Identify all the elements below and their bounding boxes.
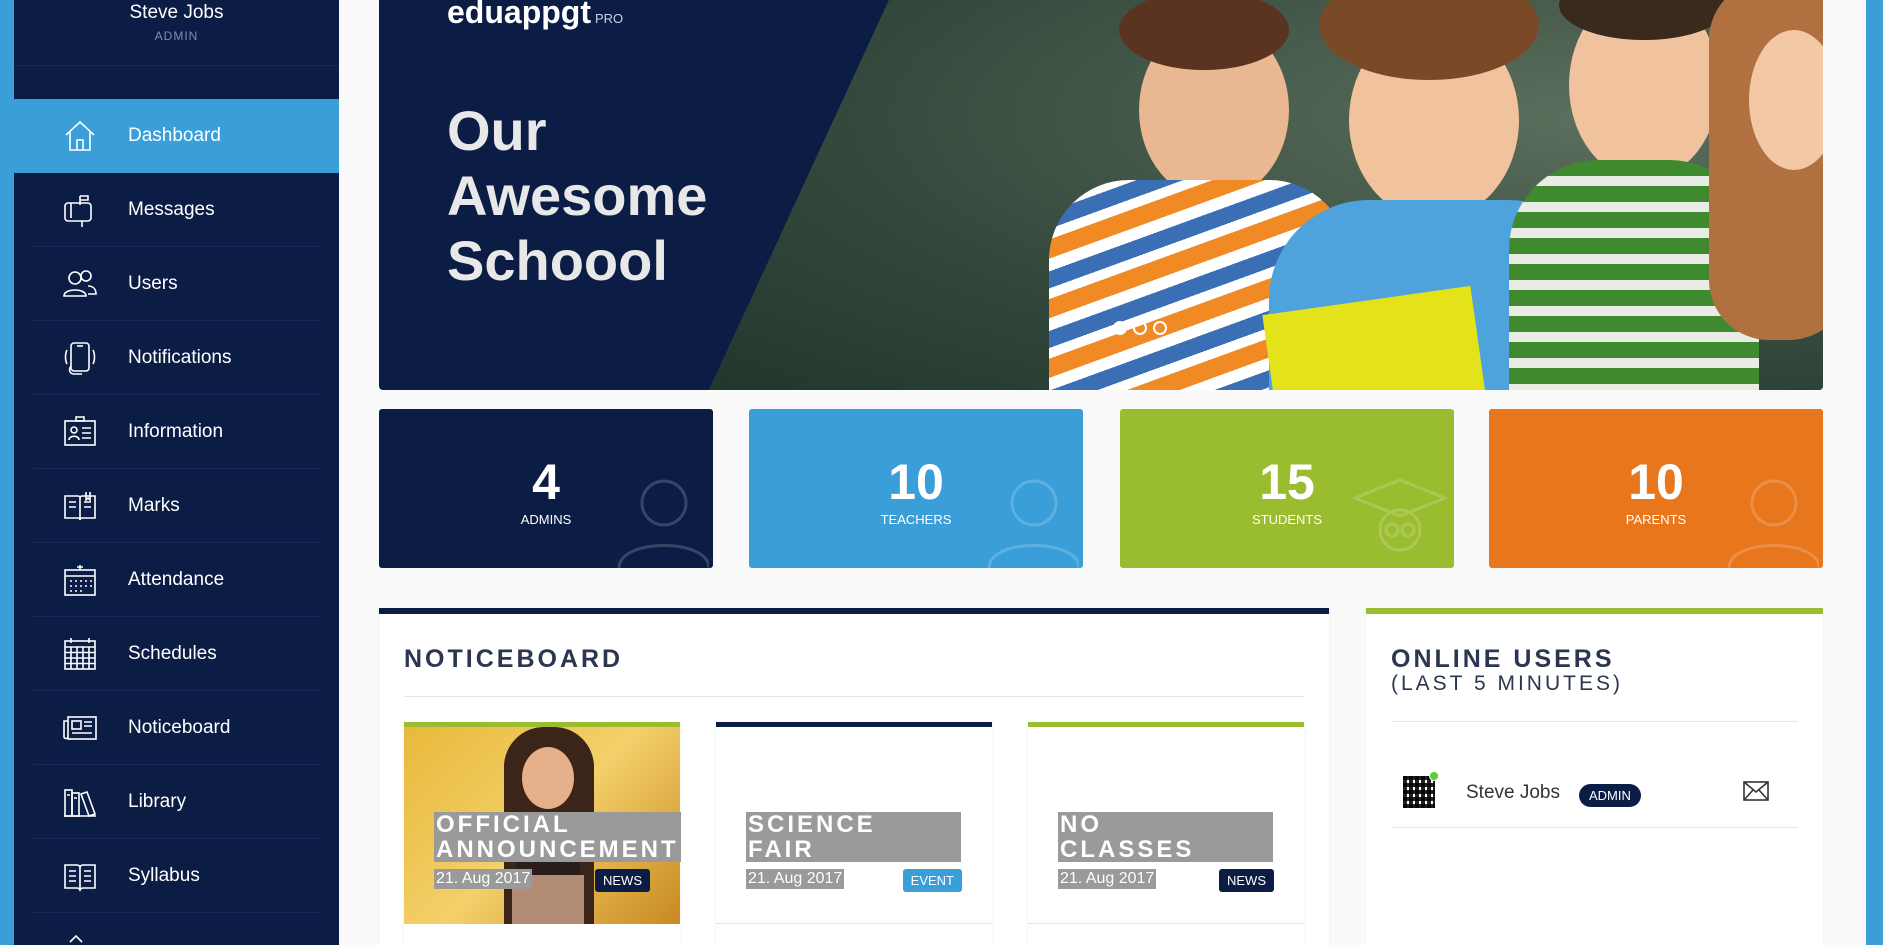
calendar-icon bbox=[62, 562, 98, 598]
notice-title: OFFICIAL ANNOUNCEMENT bbox=[434, 811, 681, 863]
hero-title: Our Awesome Schoool bbox=[447, 99, 708, 292]
grid-calendar-icon bbox=[62, 636, 98, 672]
notice-tag: NEWS bbox=[595, 869, 650, 892]
right-edge-strip bbox=[1866, 0, 1883, 945]
stat-card-teachers[interactable]: 10 TEACHERS bbox=[749, 409, 1083, 568]
carousel-dots bbox=[1113, 321, 1167, 335]
sidebar-item-label: Noticeboard bbox=[128, 717, 231, 738]
divider bbox=[404, 696, 1304, 697]
sidebar-item-noticeboard[interactable]: Noticeboard bbox=[14, 691, 339, 765]
sidebar-item-label: Information bbox=[128, 421, 224, 442]
sidebar-item-label: Schedules bbox=[128, 643, 217, 664]
noticeboard-title: NOTICEBOARD bbox=[404, 645, 624, 673]
open-book-icon bbox=[62, 858, 98, 894]
id-card-icon bbox=[62, 414, 98, 450]
sidebar-item-information[interactable]: Information bbox=[14, 395, 339, 469]
sidebar-item-users[interactable]: Users bbox=[14, 247, 339, 321]
notice-tag: NEWS bbox=[1219, 869, 1274, 892]
notice-card[interactable]: SCIENCE FAIR 21. Aug 2017 EVENT bbox=[716, 722, 992, 945]
stat-label: TEACHERS bbox=[880, 512, 952, 527]
books-icon bbox=[62, 784, 98, 820]
noticeboard-panel: NOTICEBOARD OFFICIAL ANNOUNCEMENT 21. Aug… bbox=[379, 608, 1329, 945]
online-users-subtitle: (LAST 5 MINUTES) bbox=[1391, 672, 1623, 695]
sidebar: Steve Jobs ADMIN Dashboard Messages User… bbox=[14, 0, 349, 945]
online-status-dot bbox=[1429, 771, 1439, 781]
carousel-dot[interactable] bbox=[1153, 321, 1167, 335]
stat-value: 10 bbox=[888, 454, 944, 510]
sidebar-item-label: Attendance bbox=[128, 569, 225, 590]
pencil-icon bbox=[62, 932, 98, 945]
home-icon bbox=[62, 118, 98, 154]
sidebar-item-attendance[interactable]: Attendance bbox=[14, 543, 339, 617]
book-open-icon bbox=[62, 488, 98, 524]
sidebar-item-schedules[interactable]: Schedules bbox=[14, 617, 339, 691]
notice-date: 21. Aug 2017 bbox=[1058, 869, 1157, 889]
qr-code-avatar bbox=[1403, 776, 1435, 808]
sidebar-item-marks[interactable]: Marks bbox=[14, 469, 339, 543]
sidebar-item-label: Dashboard bbox=[128, 125, 221, 146]
sidebar-item-library[interactable]: Library bbox=[14, 765, 339, 839]
carousel-dot[interactable] bbox=[1133, 321, 1147, 335]
hero-banner: eduappgt PRO Our Awesome Schoool bbox=[379, 0, 1823, 390]
sidebar-user-name: Steve Jobs bbox=[129, 2, 224, 23]
stat-value: 4 bbox=[532, 454, 560, 510]
notice-card[interactable]: OFFICIAL ANNOUNCEMENT 21. Aug 2017 NEWS bbox=[404, 722, 681, 945]
notice-tag: EVENT bbox=[902, 869, 962, 892]
notice-title: NO CLASSES bbox=[1058, 812, 1273, 862]
stat-card-students[interactable]: 15 STUDENTS bbox=[1120, 409, 1454, 568]
notice-date: 21. Aug 2017 bbox=[746, 869, 845, 889]
role-badge: ADMIN bbox=[1579, 784, 1641, 807]
carousel-dot[interactable] bbox=[1113, 321, 1127, 335]
stat-label: PARENTS bbox=[1625, 512, 1687, 527]
users-icon bbox=[62, 266, 98, 302]
sidebar-item-label: Notifications bbox=[128, 347, 232, 368]
hero-photo bbox=[709, 0, 1823, 390]
online-users-title: ONLINE USERS bbox=[1391, 645, 1615, 673]
stat-card-parents[interactable]: 10 PARENTS bbox=[1489, 409, 1823, 568]
notice-date: 21. Aug 2017 bbox=[434, 869, 533, 889]
sidebar-item-label: Library bbox=[128, 791, 187, 812]
sidebar-nav: Dashboard Messages Users Notifications I… bbox=[14, 99, 354, 945]
stat-value: 15 bbox=[1259, 454, 1315, 510]
sidebar-item-dashboard[interactable]: Dashboard bbox=[14, 99, 349, 173]
sidebar-item-messages[interactable]: Messages bbox=[14, 173, 339, 247]
stat-label: ADMINS bbox=[520, 512, 572, 527]
main-content: eduappgt PRO Our Awesome Schoool 4 ADMINS… bbox=[339, 0, 1866, 945]
stat-value: 10 bbox=[1628, 454, 1684, 510]
envelope-icon[interactable] bbox=[1743, 780, 1769, 802]
stat-card-admins[interactable]: 4 ADMINS bbox=[379, 409, 713, 568]
stat-label: STUDENTS bbox=[1251, 512, 1323, 527]
divider bbox=[1391, 721, 1798, 722]
sidebar-item-more[interactable] bbox=[14, 913, 339, 945]
online-users-panel: ONLINE USERS (LAST 5 MINUTES) Steve Jobs… bbox=[1366, 608, 1823, 945]
online-user-name: Steve Jobs bbox=[1466, 782, 1560, 803]
sidebar-item-label: Marks bbox=[128, 495, 180, 516]
sidebar-user-block: Steve Jobs ADMIN bbox=[14, 0, 339, 66]
phone-notification-icon bbox=[62, 340, 98, 376]
mailbox-icon bbox=[62, 192, 98, 228]
sidebar-user-role: ADMIN bbox=[154, 29, 199, 43]
sidebar-item-syllabus[interactable]: Syllabus bbox=[14, 839, 339, 913]
sidebar-item-label: Syllabus bbox=[128, 865, 200, 886]
sidebar-item-notifications[interactable]: Notifications bbox=[14, 321, 339, 395]
newspaper-icon bbox=[62, 710, 98, 746]
sidebar-item-label: Messages bbox=[128, 199, 215, 220]
sidebar-item-label: Users bbox=[128, 273, 178, 294]
online-user-row[interactable]: Steve Jobs ADMIN bbox=[1391, 756, 1798, 828]
notice-title: SCIENCE FAIR bbox=[746, 812, 961, 862]
notice-card[interactable]: NO CLASSES 21. Aug 2017 NEWS bbox=[1028, 722, 1304, 945]
brand-logo: eduappgt PRO bbox=[447, 0, 624, 30]
